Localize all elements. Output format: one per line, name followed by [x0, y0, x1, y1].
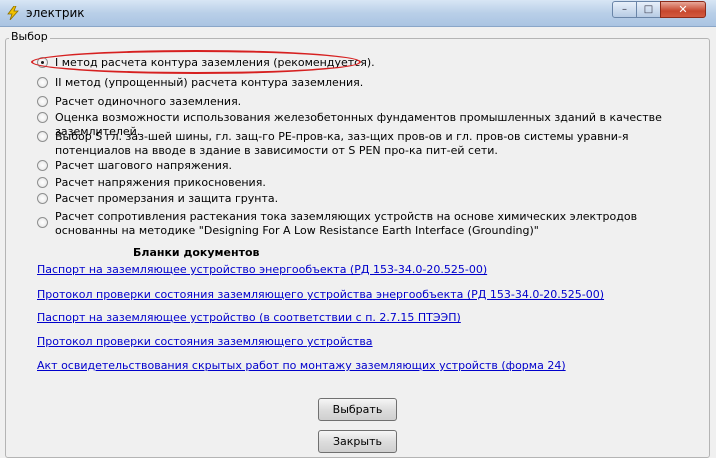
window-title: электрик — [26, 6, 85, 20]
link-passport-energy-object[interactable]: Паспорт на заземляющее устройство энерго… — [37, 263, 487, 276]
minimize-button[interactable]: – — [612, 1, 637, 18]
option-label: Расчет сопротивления растекания тока заз… — [55, 210, 638, 237]
title-bar[interactable]: электрик – □ ✕ — [0, 0, 716, 27]
close-window-button[interactable]: ✕ — [660, 1, 706, 18]
option-label: Выбор S гл. заз-шей шины, гл. защ-го PE-… — [55, 130, 629, 157]
option-label: Расчет одиночного заземления. — [55, 95, 242, 108]
radio-step-voltage[interactable] — [37, 160, 48, 171]
option-label: Расчет напряжения прикосновения. — [55, 176, 266, 189]
radio-chemical-electrodes[interactable] — [37, 217, 48, 228]
option-label: Расчет шагового напряжения. — [55, 159, 232, 172]
blanks-title: Бланки документов — [133, 246, 260, 259]
link-protocol-grounding[interactable]: Протокол проверки состояния заземляющего… — [37, 335, 373, 348]
link-passport-pteep[interactable]: Паспорт на заземляющее устройство (в соо… — [37, 311, 461, 324]
close-button[interactable]: Закрыть — [318, 430, 397, 453]
select-button[interactable]: Выбрать — [318, 398, 397, 421]
link-protocol-energy-object[interactable]: Протокол проверки состояния заземляющего… — [37, 288, 604, 301]
lightning-icon — [7, 6, 19, 20]
radio-bus-selection[interactable] — [37, 131, 48, 142]
highlight-ellipse — [31, 50, 361, 74]
radio-soil-freezing[interactable] — [37, 193, 48, 204]
radio-touch-voltage[interactable] — [37, 177, 48, 188]
maximize-button[interactable]: □ — [636, 1, 661, 18]
option-label: II метод (упрощенный) расчета контура за… — [55, 76, 364, 89]
radio-method-2[interactable] — [37, 77, 48, 88]
option-label: Расчет промерзания и защита грунта. — [55, 192, 279, 205]
radio-single-grounding[interactable] — [37, 96, 48, 107]
link-hidden-works-act[interactable]: Акт освидетельствования скрытых работ по… — [37, 359, 566, 372]
radio-foundations[interactable] — [37, 112, 48, 123]
groupbox-label: Выбор — [9, 30, 50, 43]
